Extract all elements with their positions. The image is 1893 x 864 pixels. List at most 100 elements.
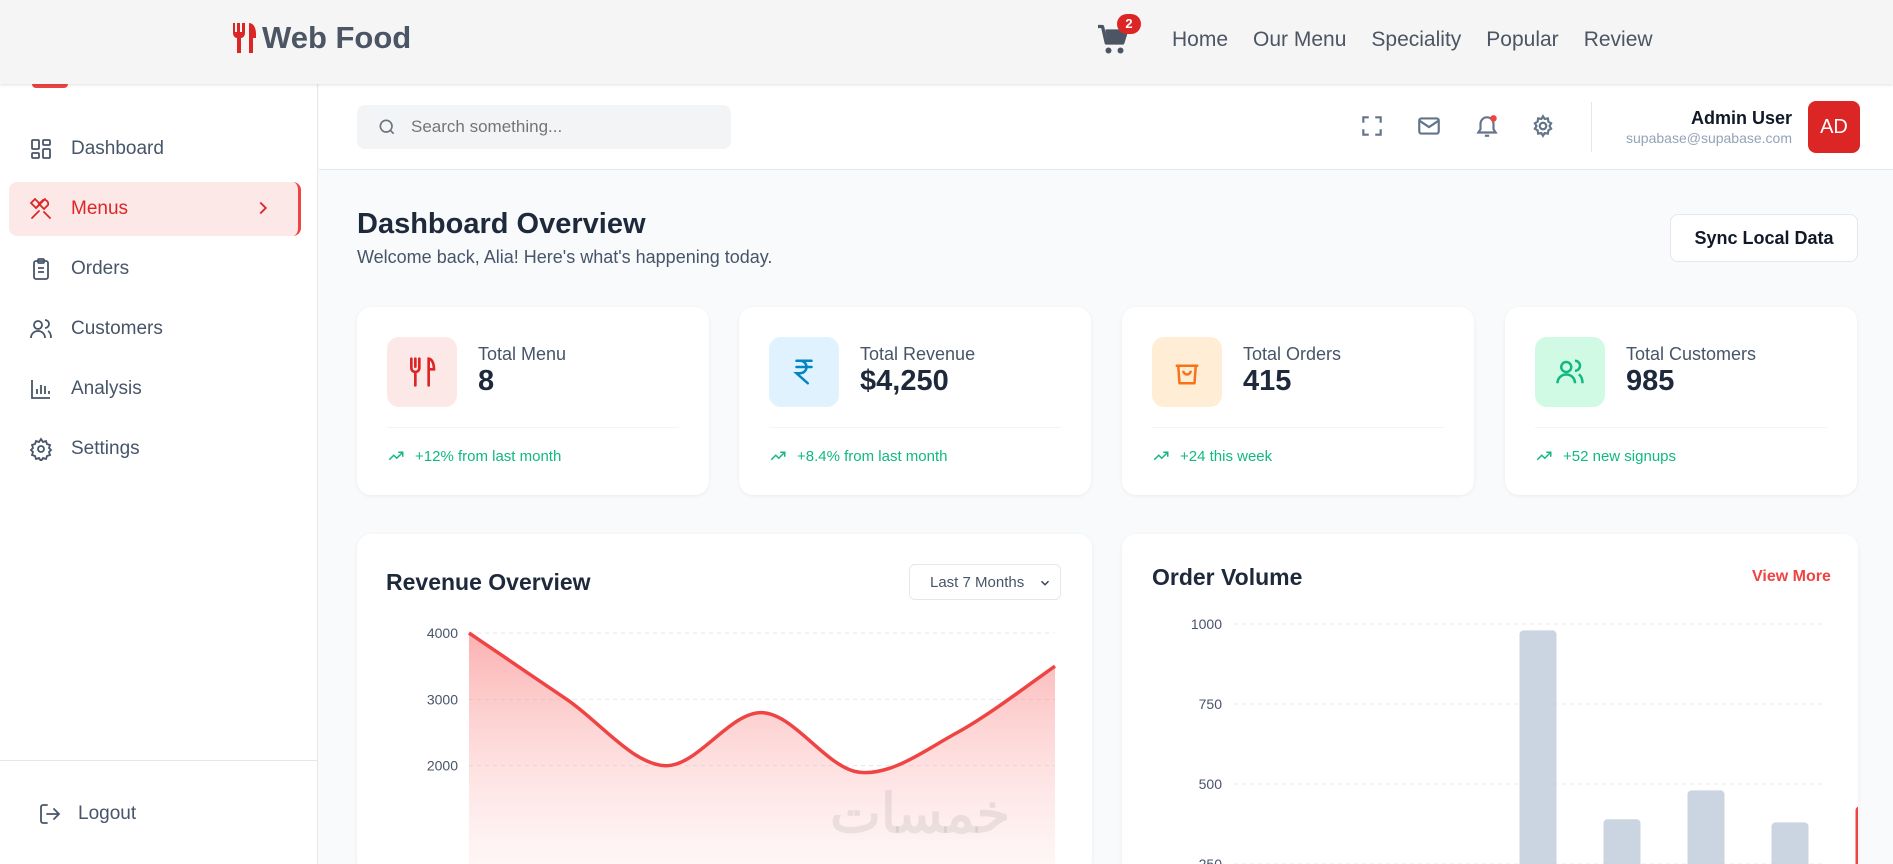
- fullscreen-icon[interactable]: [1359, 113, 1385, 139]
- stat-card-total-orders: Total Orders 415 +24 this week: [1122, 307, 1474, 495]
- nav-link-popular[interactable]: Popular: [1486, 28, 1558, 52]
- sidebar-item-customers[interactable]: Customers: [9, 302, 301, 356]
- cart-count-badge: 2: [1117, 14, 1141, 34]
- sidebar-item-analysis[interactable]: Analysis: [9, 362, 301, 416]
- nav-link-home[interactable]: Home: [1172, 28, 1228, 52]
- sidebar-logo-peek: [32, 84, 68, 88]
- sidebar-item-label: Orders: [71, 258, 130, 279]
- nav-link-our-menu[interactable]: Our Menu: [1253, 28, 1346, 52]
- chevron-right-icon: [259, 201, 268, 215]
- stat-trend: +8.4% from last month: [769, 447, 947, 465]
- stat-trend-text: +12% from last month: [415, 447, 562, 465]
- stat-label: Total Menu: [478, 344, 567, 364]
- orders-y-tick-label: 250: [1199, 856, 1223, 864]
- mail-icon[interactable]: [1416, 113, 1442, 139]
- stat-card-total-menu: Total Menu 8 +12% from last month: [357, 307, 709, 495]
- sync-local-data-button[interactable]: Sync Local Data: [1670, 214, 1858, 262]
- card-divider: [769, 427, 1061, 428]
- stat-card-total-revenue: Total Revenue $4,250 +8.4% from last mon…: [739, 307, 1091, 495]
- trending-up-icon: [1153, 451, 1169, 461]
- user-name: Admin User: [1690, 108, 1792, 128]
- stat-trend-text: +8.4% from last month: [797, 447, 948, 465]
- trending-up-icon: [1536, 451, 1552, 461]
- users-icon: [30, 319, 52, 339]
- trending-up-icon: [388, 451, 404, 461]
- top-navbar: Web Food 2 Home Our Menu Speciality Popu…: [0, 0, 1893, 84]
- orders-y-tick-label: 750: [1199, 696, 1223, 712]
- header-divider: [1591, 102, 1592, 152]
- users-icon: [1556, 359, 1584, 384]
- settings-gear-icon[interactable]: [1530, 113, 1556, 139]
- order-volume-bar: [1519, 630, 1557, 864]
- logout-button[interactable]: Logout: [38, 802, 136, 826]
- stat-icon-wrap: [387, 337, 457, 407]
- stat-label: Total Customers: [1626, 344, 1757, 364]
- stat-trend: +24 this week: [1152, 447, 1272, 465]
- clipboard-icon: [33, 258, 49, 280]
- logout-label: Logout: [78, 803, 137, 824]
- stat-card-total-customers: Total Customers 985 +52 new signups: [1505, 307, 1857, 495]
- card-divider: [387, 427, 679, 428]
- dashboard-icon: [31, 139, 51, 159]
- stat-trend: +52 new signups: [1535, 447, 1676, 465]
- utensils-crossed-icon: [29, 197, 51, 219]
- order-volume-bar: [1855, 806, 1858, 864]
- orders-y-tick-label: 1000: [1191, 616, 1222, 632]
- stat-value: 985: [1626, 365, 1675, 397]
- sidebar-item-settings[interactable]: Settings: [9, 422, 301, 476]
- dashboard-header: Admin User supabase@supabase.com AD: [319, 84, 1893, 170]
- brand-logo[interactable]: Web Food: [230, 18, 411, 58]
- search-box[interactable]: [357, 105, 731, 149]
- sidebar-divider: [0, 760, 318, 761]
- nav-link-speciality[interactable]: Speciality: [1371, 28, 1461, 52]
- trending-up-icon: [770, 451, 786, 461]
- stat-label: Total Revenue: [860, 344, 976, 364]
- nav-link-review[interactable]: Review: [1584, 28, 1653, 52]
- user-email: supabase@supabase.com: [1626, 130, 1792, 146]
- page-title: Dashboard Overview: [357, 208, 646, 240]
- search-icon: [379, 119, 395, 135]
- bell-icon[interactable]: [1474, 113, 1500, 139]
- order-volume-bar: [1603, 819, 1641, 864]
- stat-label: Total Orders: [1243, 344, 1342, 364]
- logout-icon: [40, 804, 61, 824]
- order-volume-bar: [1687, 790, 1725, 864]
- card-divider: [1152, 427, 1444, 428]
- fork-knife-icon: [233, 23, 256, 53]
- sidebar: Dashboard Menus Orders Customers Analysi…: [0, 84, 318, 864]
- sidebar-item-label: Customers: [71, 318, 163, 339]
- page-subtitle: Welcome back, Alia! Here's what's happen…: [357, 247, 773, 267]
- stat-value: 415: [1243, 365, 1292, 397]
- avatar[interactable]: AD: [1808, 101, 1860, 153]
- order-volume-chart: 1000 750 500 250: [1191, 616, 1858, 864]
- sidebar-item-menus[interactable]: Menus: [9, 182, 301, 236]
- search-input[interactable]: [411, 117, 711, 137]
- rupee-icon: [793, 359, 813, 385]
- main-nav-links: Home Our Menu Speciality Popular Review: [1172, 28, 1653, 52]
- stat-icon-wrap: [769, 337, 839, 407]
- revenue-y-tick-label: 3000: [427, 691, 458, 707]
- gear-icon: [29, 437, 53, 461]
- orders-y-tick-label: 500: [1199, 776, 1223, 792]
- sidebar-item-label: Settings: [71, 438, 140, 459]
- stat-trend-text: +52 new signups: [1563, 447, 1676, 465]
- sidebar-item-label: Analysis: [71, 378, 142, 399]
- watermark-text: خمسات: [830, 784, 1011, 844]
- sidebar-item-dashboard[interactable]: Dashboard: [9, 122, 301, 176]
- order-volume-bar: [1771, 822, 1809, 864]
- fork-knife-icon: [410, 357, 436, 387]
- stat-value: $4,250: [860, 365, 949, 397]
- brand-name: Web Food: [262, 20, 412, 55]
- bar-chart-icon: [31, 380, 50, 399]
- stat-icon-wrap: [1535, 337, 1605, 407]
- shopping-bag-icon: [1175, 364, 1199, 385]
- sidebar-item-orders[interactable]: Orders: [9, 242, 301, 296]
- stat-value: 8: [478, 365, 495, 397]
- stat-trend: +12% from last month: [387, 447, 561, 465]
- order-volume-panel: Order Volume View More 1000 750 500 250: [1122, 534, 1858, 864]
- sidebar-item-label: Menus: [71, 198, 129, 219]
- stat-trend-text: +24 this week: [1180, 447, 1273, 465]
- stat-icon-wrap: [1152, 337, 1222, 407]
- revenue-y-tick-label: 2000: [427, 758, 458, 774]
- revenue-y-tick-label: 4000: [427, 625, 458, 641]
